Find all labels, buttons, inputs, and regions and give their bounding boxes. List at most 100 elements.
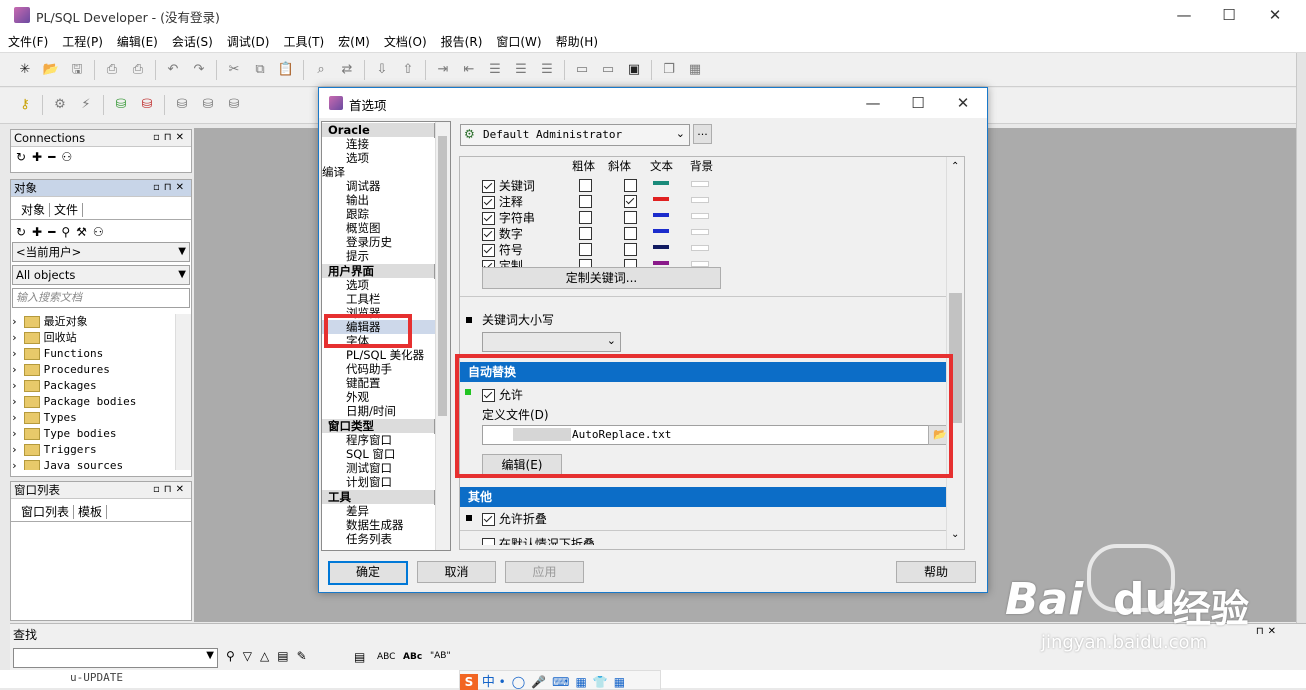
nav-item[interactable]: 输出 — [322, 193, 450, 207]
nav-item[interactable]: PL/SQL 美化器 — [322, 348, 450, 362]
paste-icon[interactable]: 📋 — [274, 59, 298, 81]
nav-item[interactable]: 计划窗口 — [322, 475, 450, 489]
nav-item[interactable]: 调试器 — [322, 179, 450, 193]
menu-edit[interactable]: 编辑(E) — [109, 30, 164, 50]
bg-color-swatch[interactable] — [691, 213, 709, 219]
nav-item[interactable]: 键配置 — [322, 376, 450, 390]
ime-toolbar[interactable]: S 中 •◯🎤⌨▦👕▦ — [459, 670, 661, 690]
uncomment-icon[interactable]: ☰ — [509, 59, 533, 81]
ok-button[interactable]: 确定 — [328, 561, 408, 585]
nav-item[interactable]: 提示 — [322, 249, 450, 263]
menu-document[interactable]: 文档(O) — [376, 30, 433, 50]
text-color-swatch[interactable] — [653, 229, 669, 233]
undo-icon[interactable]: ↶ — [161, 59, 185, 81]
nav-item[interactable]: 跟踪 — [322, 207, 450, 221]
text-color-swatch[interactable] — [653, 181, 669, 185]
text-color-swatch[interactable] — [653, 245, 669, 249]
maximize-icon[interactable]: ☐ — [1209, 4, 1249, 26]
tree-scrollbar[interactable] — [175, 314, 191, 470]
list-item[interactable]: › Type bodies — [11, 426, 191, 442]
bg-color-swatch[interactable] — [691, 245, 709, 251]
nav-item[interactable]: 代码助手 — [322, 362, 450, 376]
menu-debug[interactable]: 调试(D) — [219, 30, 276, 50]
nav-scrollbar[interactable] — [435, 122, 450, 550]
custom-keywords-button[interactable]: 定制关键词... — [482, 267, 721, 289]
tile-icon[interactable]: ▭ — [596, 59, 620, 81]
minimize-icon[interactable]: — — [1164, 4, 1204, 26]
commit-icon[interactable]: ⛁ — [109, 94, 133, 116]
rollback-icon[interactable]: ⛁ — [135, 94, 159, 116]
import-icon[interactable]: ⇩ — [370, 59, 394, 81]
key-icon[interactable]: ⚷ — [13, 94, 37, 116]
tab-window-list[interactable]: 窗口列表 — [17, 505, 75, 519]
panel-controls-icon[interactable]: ▫⊓✕ — [153, 482, 188, 498]
menu-file[interactable]: 文件(F) — [0, 30, 54, 50]
nav-group-tools[interactable]: 工具▼ — [322, 490, 450, 505]
text-color-swatch[interactable] — [653, 197, 669, 201]
menu-window[interactable]: 窗口(W) — [488, 30, 547, 50]
outdent-icon[interactable]: ⇤ — [457, 59, 481, 81]
copy-icon[interactable]: ⧉ — [248, 59, 272, 81]
cascade-icon[interactable]: ❐ — [657, 59, 681, 81]
nav-item[interactable]: 程序窗口 — [322, 433, 450, 447]
menu-help[interactable]: 帮助(H) — [548, 30, 604, 50]
content-scrollbar[interactable]: ⌃ ⌄ — [946, 157, 964, 549]
list-item[interactable]: › Procedures — [11, 362, 191, 378]
open-icon[interactable]: 📂 — [39, 59, 63, 81]
nav-group-window-types[interactable]: 窗口类型▼ — [322, 419, 450, 434]
nav-item[interactable]: 差异 — [322, 504, 450, 518]
list-item[interactable]: › Package bodies — [11, 394, 191, 410]
text-color-swatch[interactable] — [653, 213, 669, 217]
window-list-icon[interactable]: ▭ — [570, 59, 594, 81]
objects-toolbar[interactable]: ↻✚━⚲⚒⚇ — [11, 220, 191, 241]
indent-icon[interactable]: ⇥ — [431, 59, 455, 81]
panel-controls-icon[interactable]: ▫⊓✕ — [153, 130, 188, 146]
nav-item[interactable]: 测试窗口 — [322, 461, 450, 475]
nav-group-oracle[interactable]: Oracle▼ — [322, 123, 450, 138]
nav-item[interactable]: 日期/时间 — [322, 404, 450, 418]
bg-color-swatch[interactable] — [691, 197, 709, 203]
nav-item[interactable]: 选项 — [322, 151, 450, 165]
nav-item[interactable]: 连接 — [322, 137, 450, 151]
bg-color-swatch[interactable] — [691, 229, 709, 235]
format-icon[interactable]: ☰ — [535, 59, 559, 81]
text-color-swatch[interactable] — [653, 261, 669, 265]
apply-button[interactable]: 应用 — [505, 561, 584, 583]
type-filter-select[interactable]: All objects ▼ — [12, 265, 190, 285]
comment-icon[interactable]: ☰ — [483, 59, 507, 81]
tab-objects[interactable]: 对象 — [17, 203, 51, 217]
help-button[interactable]: 帮助 — [896, 561, 976, 583]
dialog-minimize-icon[interactable]: — — [853, 92, 893, 114]
bg-color-swatch[interactable] — [691, 181, 709, 187]
list-item[interactable]: › 最近对象 — [11, 314, 191, 330]
object-search-input[interactable]: 输入搜索文档 — [12, 288, 190, 308]
print-icon[interactable]: ⎙ — [100, 59, 124, 81]
nav-item[interactable]: 任务列表 — [322, 532, 450, 546]
whole-word-button[interactable]: ABc — [403, 652, 422, 662]
default-fold-checkbox[interactable]: 在默认情况下折叠 — [482, 535, 595, 545]
profile-more-button[interactable]: ... — [693, 124, 712, 144]
find-list-icon[interactable]: ▤ — [354, 650, 365, 664]
nav-item[interactable]: 数据生成器 — [322, 518, 450, 532]
profile-select[interactable]: ⚙ Default Administrator ⌄ — [460, 124, 690, 146]
find-toolbar[interactable]: ⚲▽△▤✎ — [226, 649, 315, 663]
nav-item[interactable]: 概览图 — [322, 221, 450, 235]
nav-item[interactable]: 编译 — [322, 165, 450, 179]
tab-templates[interactable]: 模板 — [74, 505, 108, 519]
new-icon[interactable]: ✳ — [13, 59, 37, 81]
connections-toolbar[interactable]: ↻✚━⚇ — [11, 147, 191, 164]
nav-item[interactable]: 登录历史 — [322, 235, 450, 249]
db-icon[interactable]: ⛁ — [222, 94, 246, 116]
regex-button[interactable]: "AB" — [430, 651, 451, 661]
sql-icon[interactable]: ⛁ — [170, 94, 194, 116]
allow-fold-checkbox[interactable]: 允许折叠 — [482, 510, 547, 527]
compile-icon[interactable]: ⚡ — [74, 94, 98, 116]
match-case-button[interactable]: ABC — [377, 652, 395, 662]
cut-icon[interactable]: ✂ — [222, 59, 246, 81]
nav-item[interactable]: 选项 — [322, 278, 450, 292]
cancel-button[interactable]: 取消 — [417, 561, 496, 583]
tab-files[interactable]: 文件 — [50, 203, 84, 217]
list-item[interactable]: › Triggers — [11, 442, 191, 458]
find-input[interactable]: ▼ — [13, 648, 218, 668]
nav-item[interactable]: 外观 — [322, 390, 450, 404]
